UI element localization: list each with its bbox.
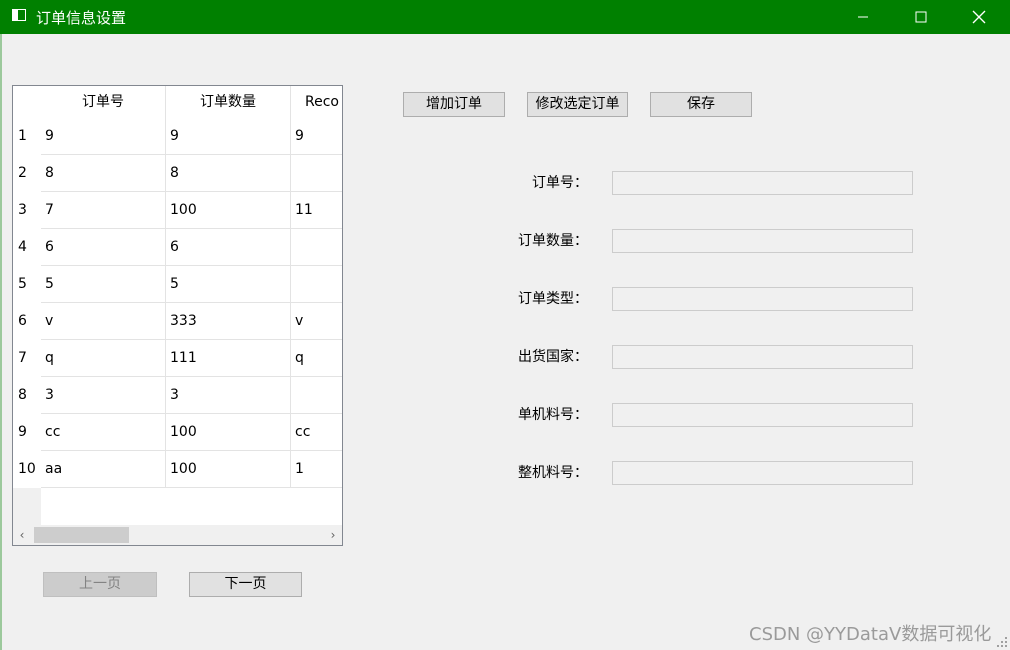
edit-selected-order-button[interactable]: 修改选定订单 [527, 92, 628, 117]
table-cell[interactable] [291, 266, 342, 303]
order-table[interactable]: 订单号 订单数量 Reco 1 9 9 9 2 8 8 3 7 100 11 4 6 6 5 5 5 6 v 333 v… [12, 85, 343, 546]
table-cell[interactable]: aa [41, 451, 166, 488]
table-cell[interactable]: 7 [41, 192, 166, 229]
scrollbar-thumb[interactable] [34, 527, 129, 543]
table-cell[interactable]: 8 [41, 155, 166, 192]
row-number[interactable]: 3 [13, 192, 41, 229]
row-number[interactable]: 5 [13, 266, 41, 303]
row-number[interactable]: 6 [13, 303, 41, 340]
watermark: CSDN @YYDataV数据可视化 [749, 624, 992, 645]
table-row[interactable]: 6 v 333 v [13, 303, 342, 340]
table-cell[interactable]: 5 [41, 266, 166, 303]
table-cell[interactable]: 1 [291, 451, 342, 488]
table-row[interactable]: 10 aa 100 1 [13, 451, 342, 488]
order-type-input[interactable] [612, 287, 913, 311]
table-cell[interactable]: 5 [166, 266, 291, 303]
column-header-order-no[interactable]: 订单号 [41, 86, 166, 118]
row-number[interactable]: 2 [13, 155, 41, 192]
next-page-button[interactable]: 下一页 [189, 572, 302, 597]
maximize-button[interactable] [898, 0, 944, 34]
table-cell[interactable]: v [41, 303, 166, 340]
row-number[interactable]: 9 [13, 414, 41, 451]
table-cell[interactable]: q [291, 340, 342, 377]
save-button[interactable]: 保存 [650, 92, 752, 117]
table-row[interactable]: 9 cc 100 cc [13, 414, 342, 451]
table-cell[interactable]: 9 [41, 118, 166, 155]
horizontal-scrollbar[interactable]: ‹ › [13, 525, 342, 545]
order-qty-input[interactable] [612, 229, 913, 253]
table-cell[interactable] [291, 155, 342, 192]
table-cell[interactable] [291, 377, 342, 414]
table-cell[interactable]: 100 [166, 414, 291, 451]
table-row[interactable]: 466 [13, 229, 342, 266]
table-row[interactable]: 7 q 111 q [13, 340, 342, 377]
table-cell[interactable] [291, 229, 342, 266]
table-row[interactable]: 833 [13, 377, 342, 414]
table-cell[interactable]: 6 [166, 229, 291, 266]
app-icon [12, 9, 26, 21]
column-header-order-qty[interactable]: 订单数量 [166, 86, 291, 118]
close-button[interactable] [956, 0, 1002, 34]
column-header-reco[interactable]: Reco [291, 86, 342, 118]
minimize-button[interactable] [840, 0, 886, 34]
row-number[interactable]: 1 [13, 118, 41, 155]
order-qty-label: 订单数量： [518, 233, 588, 249]
title-bar: 订单信息设置 [0, 0, 1010, 34]
table-row[interactable]: 555 [13, 266, 342, 303]
row-number[interactable]: 4 [13, 229, 41, 266]
table-cell[interactable]: 8 [166, 155, 291, 192]
table-cell[interactable]: cc [291, 414, 342, 451]
ship-country-label: 出货国家： [518, 349, 588, 365]
scroll-right-icon[interactable]: › [326, 527, 340, 543]
row-number[interactable]: 8 [13, 377, 41, 414]
window-edge [0, 34, 2, 650]
minimize-icon [858, 16, 868, 18]
table-cell[interactable]: 100 [166, 192, 291, 229]
table-corner [13, 86, 41, 118]
table-cell[interactable]: 100 [166, 451, 291, 488]
table-cell[interactable]: 333 [166, 303, 291, 340]
table-cell[interactable]: 9 [166, 118, 291, 155]
table-row[interactable]: 1999 [13, 118, 342, 155]
order-no-input[interactable] [612, 171, 913, 195]
table-cell[interactable]: 3 [166, 377, 291, 414]
close-icon [972, 10, 986, 24]
table-cell[interactable]: 9 [291, 118, 342, 155]
row-number[interactable]: 7 [13, 340, 41, 377]
table-cell[interactable]: 111 [166, 340, 291, 377]
table-cell[interactable]: q [41, 340, 166, 377]
order-type-label: 订单类型： [518, 291, 588, 307]
machine-part-no-input[interactable] [612, 461, 913, 485]
machine-part-no-label: 整机料号： [518, 465, 588, 481]
resize-grip-icon[interactable] [996, 636, 1008, 648]
maximize-icon [915, 11, 927, 23]
scroll-left-icon[interactable]: ‹ [15, 527, 29, 543]
table-row[interactable]: 3 7 100 11 [13, 192, 342, 229]
table-cell[interactable]: cc [41, 414, 166, 451]
unit-part-no-label: 单机料号： [518, 407, 588, 423]
order-no-label: 订单号： [532, 175, 588, 191]
table-cell[interactable]: 3 [41, 377, 166, 414]
unit-part-no-input[interactable] [612, 403, 913, 427]
add-order-button[interactable]: 增加订单 [403, 92, 505, 117]
ship-country-input[interactable] [612, 345, 913, 369]
prev-page-button[interactable]: 上一页 [43, 572, 157, 597]
table-cell[interactable]: 11 [291, 192, 342, 229]
row-number[interactable]: 10 [13, 451, 41, 488]
table-cell[interactable]: v [291, 303, 342, 340]
table-cell[interactable]: 6 [41, 229, 166, 266]
window-title: 订单信息设置 [36, 9, 127, 27]
table-row[interactable]: 288 [13, 155, 342, 192]
